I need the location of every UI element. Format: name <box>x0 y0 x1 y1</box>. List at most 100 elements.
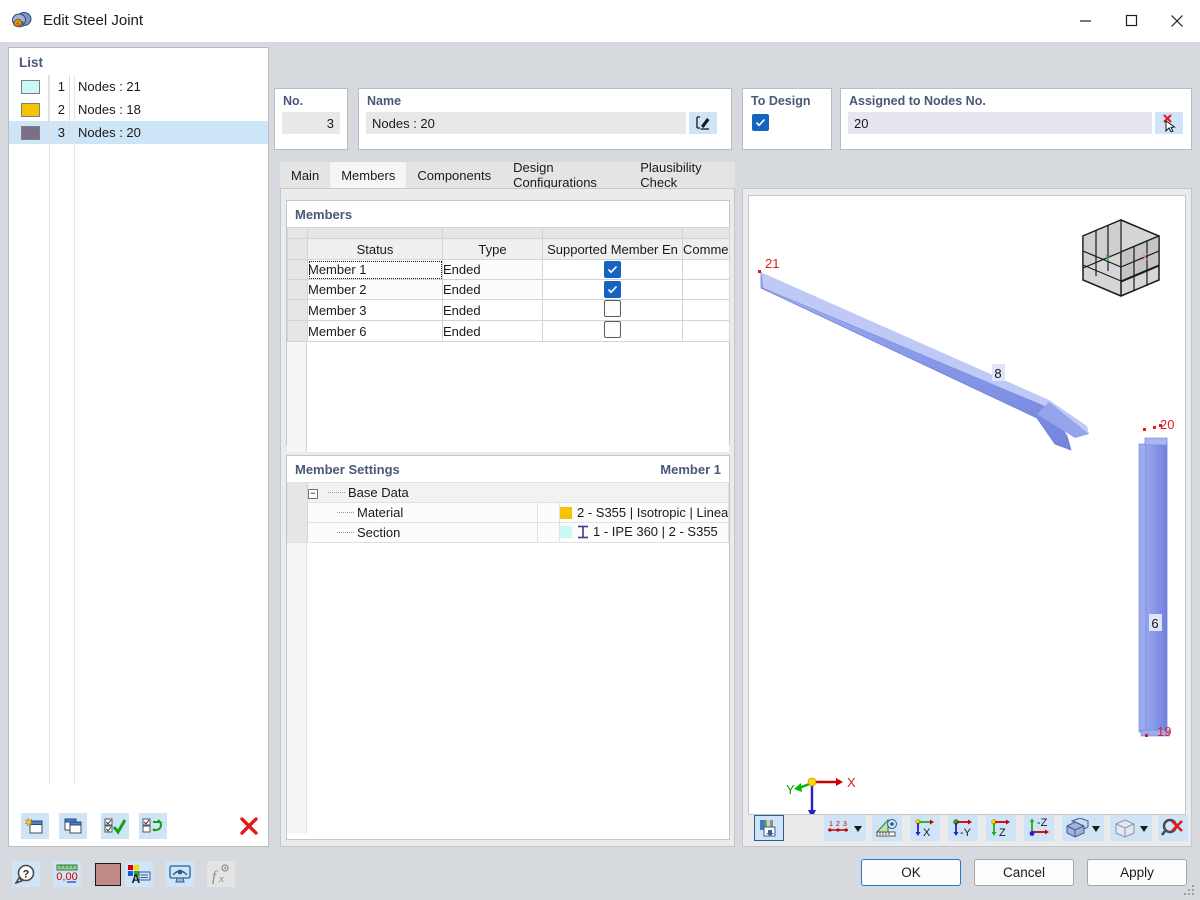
cell-supported[interactable] <box>542 299 683 321</box>
tree-group-row[interactable]: − Base Data <box>287 482 729 503</box>
collapse-icon[interactable]: − <box>308 488 318 499</box>
node-marker-19 <box>1145 734 1148 737</box>
cancel-button[interactable]: Cancel <box>974 859 1074 886</box>
cell-status[interactable]: Member 1 <box>307 259 443 280</box>
tree-row-gutter <box>287 502 308 523</box>
svg-text:?: ? <box>23 869 30 881</box>
view-in-x-button[interactable]: X <box>910 815 940 841</box>
number-input[interactable] <box>282 112 340 134</box>
tree-key-cell: Section <box>307 522 538 543</box>
assigned-nodes-input[interactable] <box>848 112 1152 134</box>
tab-components[interactable]: Components <box>406 162 503 188</box>
cell-type[interactable]: Ended <box>442 279 543 300</box>
cell-status[interactable]: Member 3 <box>307 299 443 321</box>
minimize-button[interactable] <box>1062 0 1108 42</box>
cell-comment[interactable] <box>682 299 730 321</box>
tab-design-configurations[interactable]: Design Configurations <box>502 160 630 190</box>
view-settings-button[interactable] <box>872 815 902 841</box>
list-item[interactable]: 1 Nodes : 21 <box>9 75 268 98</box>
tab-members[interactable]: Members <box>330 162 407 188</box>
new-joint-button[interactable] <box>21 813 49 839</box>
zoom-reset-button[interactable] <box>1158 815 1188 841</box>
name-input[interactable] <box>366 112 686 134</box>
invert-selection-button[interactable] <box>139 813 167 839</box>
cell-comment[interactable] <box>682 279 730 300</box>
tree-row[interactable]: Section 1 - IPE 360 | 2 - S355 <box>287 522 729 543</box>
cell-comment[interactable] <box>682 320 730 342</box>
pick-nodes-button[interactable] <box>1155 112 1183 134</box>
model-canvas[interactable]: 8 6 21 20 19 -Y -X X Y <box>748 195 1186 815</box>
joint-3d-model[interactable]: 8 6 21 20 19 -Y -X X Y <box>749 196 1185 814</box>
ok-button[interactable]: OK <box>861 859 961 886</box>
table-row[interactable]: Member 3 Ended <box>287 299 730 321</box>
row-selector[interactable] <box>287 279 308 300</box>
copy-joint-button[interactable] <box>59 813 87 839</box>
row-selector[interactable] <box>287 320 308 342</box>
cell-comment[interactable] <box>682 259 730 280</box>
solid-model-dropdown-button[interactable] <box>1062 815 1104 841</box>
tree-group-cell[interactable]: − Base Data <box>307 482 729 503</box>
cell-supported[interactable] <box>542 320 683 342</box>
cell-type[interactable]: Ended <box>442 299 543 321</box>
column-header-status[interactable]: Status <box>307 238 443 260</box>
view-cube[interactable]: -Y -X <box>1082 219 1160 297</box>
supported-member-end-checkbox[interactable] <box>604 300 621 317</box>
decimal-places-button[interactable]: 0,00 <box>53 861 81 887</box>
svg-text:Z: Z <box>999 827 1006 838</box>
cell-status[interactable]: Member 2 <box>307 279 443 300</box>
list-item[interactable]: 3 Nodes : 20 <box>9 121 268 144</box>
row-selector[interactable] <box>287 299 308 321</box>
table-row[interactable]: Member 6 Ended <box>287 320 730 342</box>
svg-text:2: 2 <box>836 821 840 828</box>
tree-mid-cell <box>537 522 560 543</box>
axis-label-y: Y <box>786 782 795 797</box>
number-field-label: No. <box>283 94 304 108</box>
render-mode-button[interactable] <box>754 815 784 841</box>
supported-member-end-checkbox[interactable] <box>604 261 621 278</box>
settings-gutter <box>287 543 307 833</box>
tab-plausibility-check[interactable]: Plausibility Check <box>629 160 735 190</box>
cell-type[interactable]: Ended <box>442 259 543 280</box>
table-row[interactable]: Member 1 Ended <box>287 259 730 280</box>
to-design-checkbox[interactable] <box>752 114 769 131</box>
table-row[interactable]: Member 2 Ended <box>287 279 730 300</box>
member-settings-group: Member Settings Member 1 − Base Data Mate… <box>286 455 730 840</box>
members-table-empty-area <box>287 342 729 452</box>
select-all-button[interactable] <box>101 813 129 839</box>
numbering-dropdown-button[interactable]: 1 2 3 <box>824 815 866 841</box>
view-in-z-button[interactable]: Z <box>986 815 1016 841</box>
maximize-button[interactable] <box>1108 0 1154 42</box>
supported-member-end-checkbox[interactable] <box>604 321 621 338</box>
supported-member-end-checkbox[interactable] <box>604 281 621 298</box>
view-cube-label-front: -Y <box>1102 253 1111 263</box>
row-selector[interactable] <box>287 259 308 280</box>
tree-value-section[interactable]: 1 - IPE 360 | 2 - S355 <box>559 522 729 543</box>
tree-row[interactable]: Material 2 - S355 | Isotropic | Linea... <box>287 502 729 523</box>
column-header-type[interactable]: Type <box>442 238 543 260</box>
view-in-neg-y-button[interactable]: -Y <box>948 815 978 841</box>
cell-type[interactable]: Ended <box>442 320 543 342</box>
cell-supported[interactable] <box>542 279 683 300</box>
name-field-label: Name <box>367 94 402 108</box>
view-mode-button[interactable] <box>166 861 194 887</box>
color-swatch-button[interactable] <box>94 861 122 887</box>
resize-grip[interactable] <box>1184 885 1196 897</box>
edit-name-button[interactable] <box>689 112 717 134</box>
node-label-20: 20 <box>1160 417 1174 432</box>
wireframe-dropdown-button[interactable] <box>1110 815 1152 841</box>
list-item[interactable]: 2 Nodes : 18 <box>9 98 268 121</box>
help-button[interactable]: ? <box>12 861 40 887</box>
isometric-view-button[interactable]: -Z <box>1024 815 1054 841</box>
grid-corner <box>287 227 308 239</box>
cell-status[interactable]: Member 6 <box>307 320 443 342</box>
delete-joint-button[interactable] <box>235 813 263 839</box>
cell-supported[interactable] <box>542 259 683 280</box>
close-button[interactable] <box>1154 0 1200 42</box>
display-properties-button[interactable]: A <box>125 861 153 887</box>
tab-main[interactable]: Main <box>280 162 331 188</box>
column-header-supported-member-end[interactable]: Supported Member En <box>542 238 683 260</box>
apply-button[interactable]: Apply <box>1087 859 1187 886</box>
column-header-comment[interactable]: Comment <box>682 238 730 260</box>
grid-corner-2 <box>287 238 308 260</box>
tree-value-material[interactable]: 2 - S355 | Isotropic | Linea... <box>559 502 729 523</box>
